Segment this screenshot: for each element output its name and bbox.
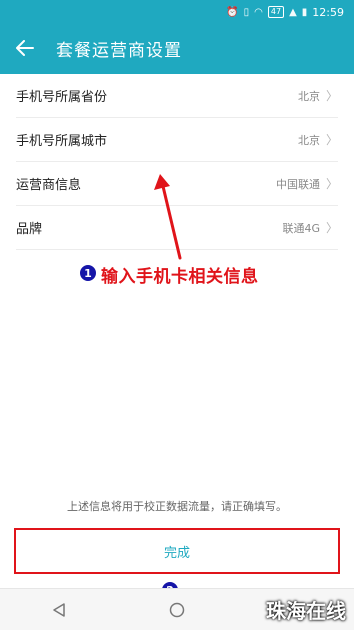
- nav-home-button[interactable]: [147, 590, 207, 630]
- row-label: 手机号所属省份: [16, 90, 108, 105]
- annotation-arrow-icon: [154, 174, 182, 260]
- nav-back-button[interactable]: [29, 590, 89, 630]
- row-value: 北京: [297, 133, 320, 147]
- signal-icon: ▲: [289, 6, 297, 18]
- chevron-right-icon: 〉: [325, 221, 338, 235]
- battery-icon: ▮: [301, 6, 308, 18]
- annotation-text: 输入手机卡相关信息: [101, 267, 259, 287]
- chevron-right-icon: 〉: [325, 133, 338, 147]
- chevron-right-icon: 〉: [325, 89, 338, 103]
- confirm-button[interactable]: 完成: [14, 528, 340, 574]
- row-value: 联通4G: [282, 221, 320, 235]
- status-bar: ⏰ ▯ ◠ 47 ▲ ▮ 12:59: [0, 0, 354, 24]
- status-time: 12:59: [312, 5, 344, 19]
- row-value: 中国联通: [275, 177, 320, 191]
- app-bar: ⏰ ▯ ◠ 47 ▲ ▮ 12:59 套餐运营商设置: [0, 0, 354, 74]
- row-label: 手机号所属城市: [16, 134, 108, 149]
- info-note: 上述信息将用于校正数据流量，请正确填写。: [67, 500, 287, 513]
- arrow-left-icon: [16, 40, 34, 56]
- watermark: 珠海在线: [266, 599, 346, 623]
- circle-home-icon: [169, 602, 185, 617]
- settings-row-province[interactable]: 手机号所属省份 北京 〉: [16, 74, 338, 118]
- row-label: 运营商信息: [16, 178, 82, 193]
- step-badge-1: 1: [79, 264, 97, 282]
- vibrate-icon: ▯: [243, 6, 250, 18]
- wifi-icon: ◠: [254, 6, 263, 18]
- toolbar: 套餐运营商设置: [0, 26, 354, 70]
- row-value: 北京: [297, 89, 320, 103]
- page-title: 套餐运营商设置: [56, 40, 182, 61]
- confirm-button-label: 完成: [163, 545, 190, 561]
- chevron-right-icon: 〉: [325, 177, 338, 191]
- back-button[interactable]: [0, 26, 50, 70]
- settings-row-city[interactable]: 手机号所属城市 北京 〉: [16, 118, 338, 162]
- network-badge: 47: [267, 6, 285, 18]
- row-label: 品牌: [16, 222, 43, 237]
- alarm-icon: ⏰: [226, 6, 239, 18]
- triangle-back-icon: [53, 602, 65, 617]
